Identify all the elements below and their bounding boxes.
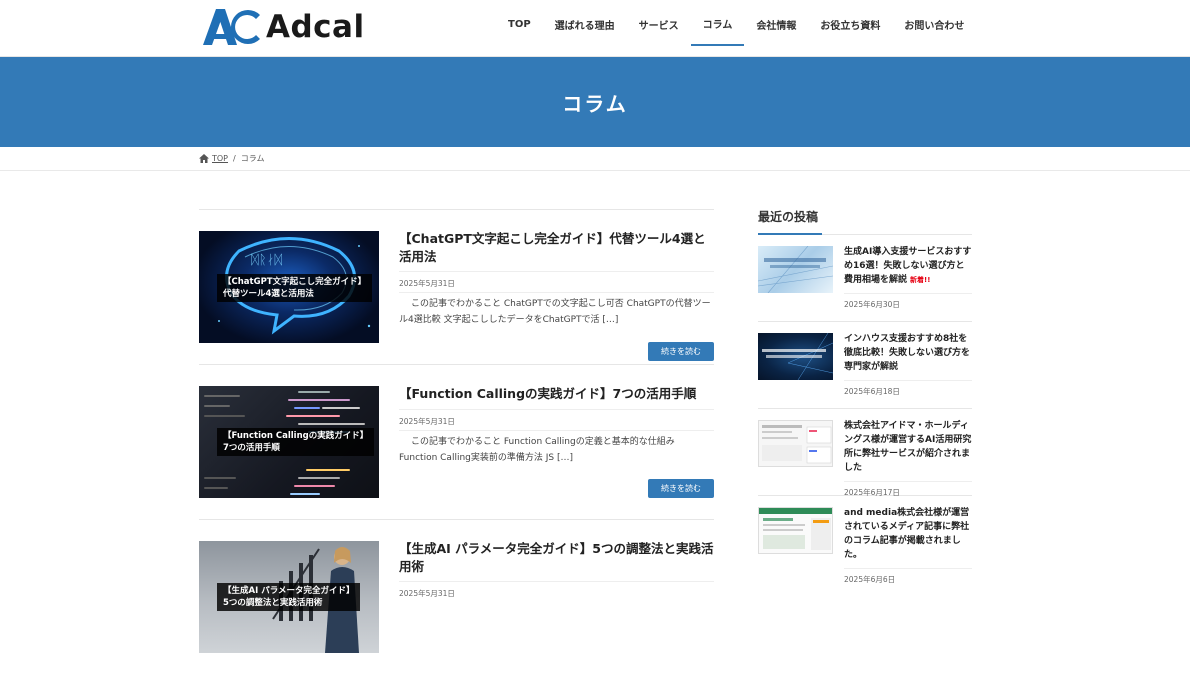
recent-post-title[interactable]: 生成AI導入支援サービスおすすめ16選！失敗しない選び方と費用相場を解説 新着!! xyxy=(844,245,972,287)
recent-post-date: 2025年6月30日 xyxy=(844,300,900,309)
post-title[interactable]: 【Function Callingの実践ガイド】7つの活用手順 xyxy=(399,385,714,403)
page-hero: コラム xyxy=(0,57,1190,147)
logo-mark-icon xyxy=(203,9,260,45)
recent-post-date: 2025年6月6日 xyxy=(844,575,896,584)
breadcrumb-current: コラム xyxy=(240,154,265,163)
recent-post-item: インハウス支援おすすめ8社を徹底比較！失敗しない選び方を専門家が解説 2025年… xyxy=(758,322,972,409)
post-item: ᛞᚱᛅᛞ 【ChatGPT文字起こし完全ガイド】 代替ツール4選と活用法 【Ch… xyxy=(199,210,714,365)
recent-post-item: 生成AI導入支援サービスおすすめ16選！失敗しない選び方と費用相場を解説 新着!!… xyxy=(758,235,972,322)
nav-item-column[interactable]: コラム xyxy=(690,2,745,46)
nav-item-reasons[interactable]: 選ばれる理由 xyxy=(543,2,627,46)
post-excerpt: この記事でわかること Function Callingの定義と基本的な仕組み F… xyxy=(399,437,675,463)
site-logo[interactable]: Adcal xyxy=(203,8,365,46)
recent-post-title[interactable]: インハウス支援おすすめ8社を徹底比較！失敗しない選び方を専門家が解説 xyxy=(844,332,972,374)
recent-post-date: 2025年6月18日 xyxy=(844,387,900,396)
post-title[interactable]: 【生成AI パラメータ完全ガイド】5つの調整法と実践活用術 xyxy=(399,540,714,576)
recent-post-thumbnail[interactable] xyxy=(758,246,833,293)
home-icon xyxy=(199,154,209,163)
post-thumbnail[interactable]: ᛞᚱᛅᛞ 【ChatGPT文字起こし完全ガイド】 代替ツール4選と活用法 xyxy=(199,231,379,343)
nav-item-contact[interactable]: お問い合わせ xyxy=(892,2,976,46)
post-list: ᛞᚱᛅᛞ 【ChatGPT文字起こし完全ガイド】 代替ツール4選と活用法 【Ch… xyxy=(199,209,714,675)
recent-post-item: and media株式会社様が運営されているメディア記事に弊社のコラム記事が掲載… xyxy=(758,496,972,584)
post-excerpt: この記事でわかること ChatGPTでの文字起こし可否 ChatGPTの代替ツー… xyxy=(399,299,711,325)
main-nav: TOP 選ばれる理由 サービス コラム 会社情報 お役立ち資料 お問い合わせ xyxy=(496,0,976,57)
breadcrumb: TOP / コラム xyxy=(199,153,264,164)
read-more-button[interactable]: 続きを読む xyxy=(648,479,714,498)
nav-item-services[interactable]: サービス xyxy=(627,2,691,46)
post-item: 【Function Callingの実践ガイド】 7つの活用手順 【Functi… xyxy=(199,365,714,520)
read-more-button[interactable]: 続きを読む xyxy=(648,342,714,361)
nav-item-resources[interactable]: お役立ち資料 xyxy=(808,2,892,46)
recent-post-thumbnail[interactable] xyxy=(758,420,833,467)
recent-post-title[interactable]: and media株式会社様が運営されているメディア記事に弊社のコラム記事が掲載… xyxy=(844,506,972,562)
page-title: コラム xyxy=(562,91,628,116)
recent-post-title[interactable]: 株式会社アイドマ・ホールディングス様が運営するAI活用研究所に弊社サービスが紹介… xyxy=(844,419,972,475)
post-item: 【生成AI パラメータ完全ガイド】 5つの調整法と実践活用術 【生成AI パラメ… xyxy=(199,520,714,675)
new-badge: 新着!! xyxy=(910,276,931,284)
logo-text: Adcal xyxy=(266,9,365,45)
post-thumbnail[interactable]: 【生成AI パラメータ完全ガイド】 5つの調整法と実践活用術 xyxy=(199,541,379,653)
thumbnail-caption: 【生成AI パラメータ完全ガイド】 5つの調整法と実践活用術 xyxy=(217,583,361,611)
thumbnail-caption: 【Function Callingの実践ガイド】 7つの活用手順 xyxy=(217,428,375,456)
thumbnail-caption: 【ChatGPT文字起こし完全ガイド】 代替ツール4選と活用法 xyxy=(217,274,373,302)
recent-post-thumbnail[interactable] xyxy=(758,507,833,554)
post-thumbnail[interactable]: 【Function Callingの実践ガイド】 7つの活用手順 xyxy=(199,386,379,498)
post-title[interactable]: 【ChatGPT文字起こし完全ガイド】代替ツール4選と活用法 xyxy=(399,230,714,266)
breadcrumb-bar xyxy=(0,147,1190,171)
breadcrumb-home-link[interactable]: TOP xyxy=(212,154,228,163)
recent-post-item: 株式会社アイドマ・ホールディングス様が運営するAI活用研究所に弊社サービスが紹介… xyxy=(758,409,972,497)
post-date: 2025年5月31日 xyxy=(399,589,455,598)
nav-item-top[interactable]: TOP xyxy=(496,2,543,46)
sidebar-title: 最近の投稿 xyxy=(758,210,819,224)
breadcrumb-separator: / xyxy=(233,154,236,163)
site-header: Adcal TOP 選ばれる理由 サービス コラム 会社情報 お役立ち資料 お問… xyxy=(0,0,1190,57)
svg-text:ᛞᚱᛅᛞ: ᛞᚱᛅᛞ xyxy=(251,253,282,268)
sidebar-recent-posts: 最近の投稿 生成AI導入支援サービスおすすめ16選！失敗しない選び方と費用相場を… xyxy=(758,209,972,584)
post-date: 2025年5月31日 xyxy=(399,279,455,288)
recent-post-thumbnail[interactable] xyxy=(758,333,833,380)
nav-item-company[interactable]: 会社情報 xyxy=(744,2,808,46)
post-date: 2025年5月31日 xyxy=(399,417,455,426)
